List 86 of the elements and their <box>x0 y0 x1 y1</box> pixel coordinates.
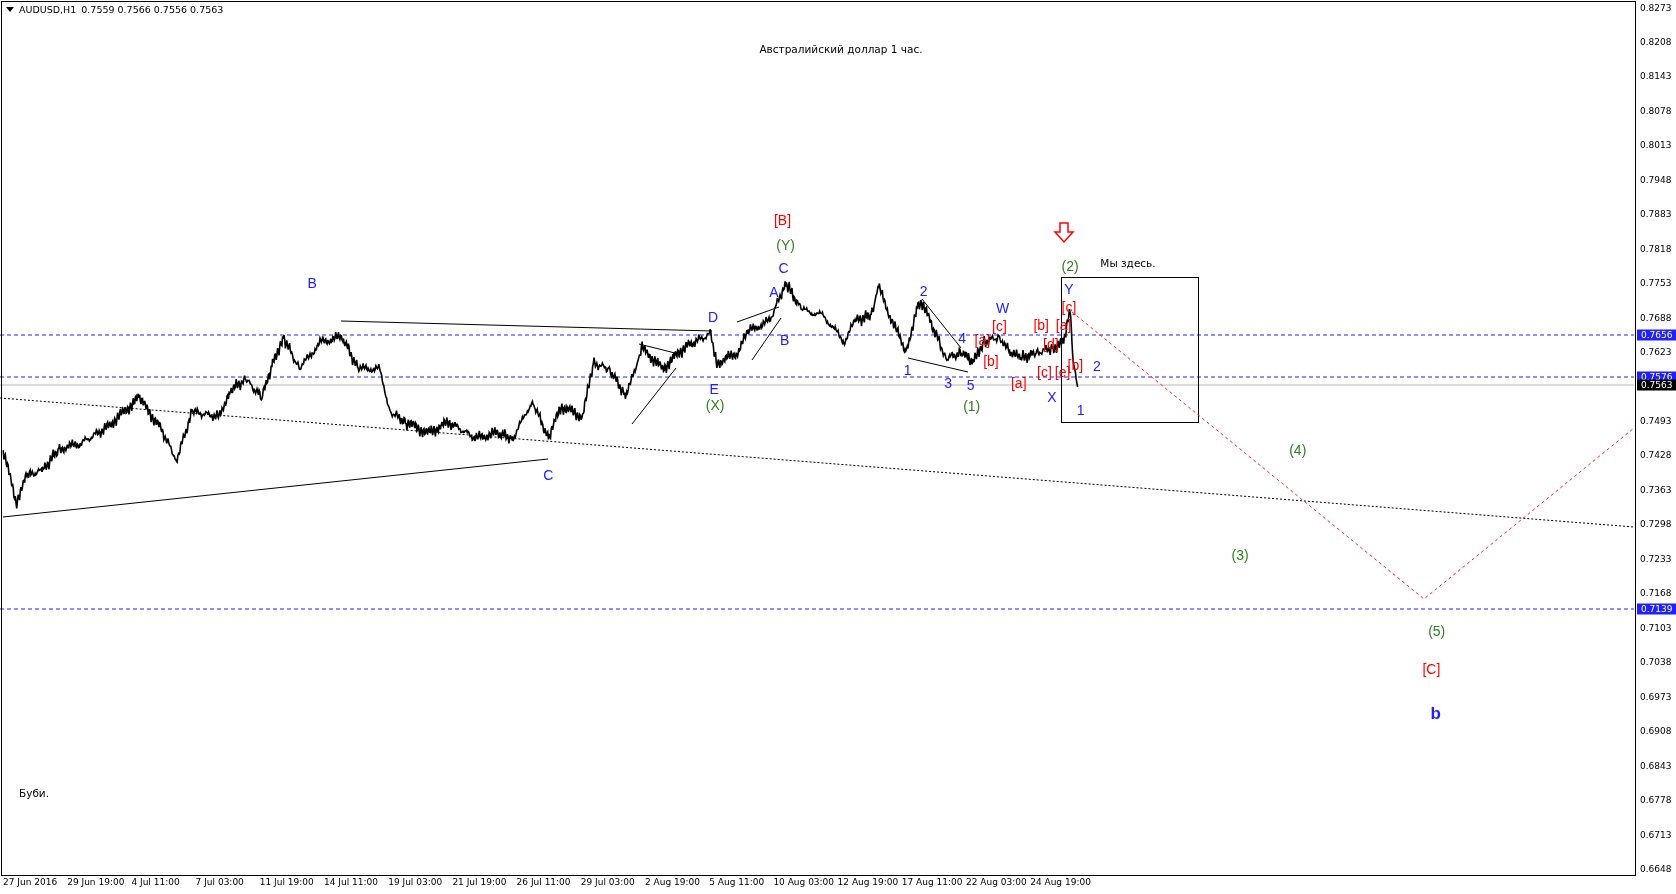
wave-label: [c] <box>992 319 1007 334</box>
wave-label: (3) <box>1231 547 1249 562</box>
time-tick-label: 5 Aug 11:00 <box>709 877 765 887</box>
chart-note: Мы здесь. <box>1100 257 1156 269</box>
price-tick-label: 0.7688 <box>1640 312 1672 323</box>
time-tick-label: 29 Jul 03:00 <box>580 877 635 887</box>
time-tick-label: 29 Jun 19:00 <box>67 877 125 887</box>
wave-label: X <box>1047 389 1057 404</box>
price-tick-label: 0.8078 <box>1640 105 1672 116</box>
time-tick-label: 21 Jul 19:00 <box>452 877 507 887</box>
wave-label: [B] <box>773 213 792 228</box>
time-tick-label: 17 Aug 11:00 <box>901 877 963 887</box>
time-tick-label: 14 Jul 11:00 <box>324 877 378 887</box>
price-marker: 0.7139 <box>1637 603 1676 615</box>
wave-label: E <box>709 382 719 397</box>
price-tick-label: 0.7233 <box>1640 553 1672 564</box>
wave-label: C <box>543 467 554 482</box>
time-tick-label: 11 Jul 19:00 <box>259 877 314 887</box>
wave-label: [C] <box>1422 662 1441 677</box>
time-tick-label: 2 Aug 19:00 <box>645 877 700 887</box>
price-tick-label: 0.6778 <box>1640 795 1672 806</box>
time-tick-label: 27 Jun 2016 <box>3 877 58 887</box>
wave-label: 4 <box>958 330 966 345</box>
wave-label: b <box>1430 704 1441 722</box>
price-tick-label: 0.6908 <box>1640 726 1672 737</box>
price-tick-label: 0.7948 <box>1640 174 1672 185</box>
price-tick-label: 0.7623 <box>1640 347 1672 358</box>
wave-label: 3 <box>944 375 953 390</box>
wave-label: B <box>779 332 790 347</box>
author-note: Буби. <box>18 787 50 799</box>
price-tick-label: 0.8143 <box>1640 71 1672 82</box>
wave-label: 2 <box>1092 358 1101 373</box>
wave-label: B <box>307 276 317 291</box>
wave-label: (2) <box>1061 259 1079 274</box>
down-arrow-icon <box>1053 222 1075 244</box>
wave-label: (5) <box>1428 623 1446 638</box>
wave-label: (4) <box>1289 443 1307 458</box>
price-tick-label: 0.8208 <box>1640 36 1672 47</box>
wave-label: W <box>996 300 1010 315</box>
time-tick-label: 12 Aug 19:00 <box>837 877 899 887</box>
wave-label: C <box>778 261 789 276</box>
time-tick-label: 4 Jul 11:00 <box>131 877 180 887</box>
price-tick-label: 0.7753 <box>1640 278 1672 289</box>
price-tick-label: 0.6648 <box>1640 864 1672 874</box>
price-tick-label: 0.6973 <box>1640 691 1672 702</box>
price-tick-label: 0.7038 <box>1640 657 1672 668</box>
price-tick-label: 0.7818 <box>1640 243 1672 254</box>
wave-label: A <box>769 284 779 299</box>
time-tick-label: 19 Jul 03:00 <box>388 877 443 887</box>
price-tick-label: 0.7298 <box>1640 519 1672 530</box>
time-tick-label: 26 Jul 11:00 <box>516 877 571 887</box>
price-tick-label: 0.7883 <box>1640 209 1672 220</box>
time-tick-label: 7 Jul 03:00 <box>195 877 244 887</box>
wave-label: (X) <box>705 398 725 413</box>
wave-label: (1) <box>963 399 981 414</box>
price-marker: 0.7656 <box>1637 329 1676 341</box>
wave-label: [c] <box>1061 299 1077 314</box>
trend-line <box>638 343 676 354</box>
wave-label: [a] <box>1010 375 1027 390</box>
ohlc-readout: 0.7559 0.7566 0.7556 0.7563 <box>81 4 224 15</box>
price-tick-label: 0.6713 <box>1640 829 1672 840</box>
wave-label: 1 <box>903 362 912 377</box>
wave-label: D <box>707 310 719 325</box>
wave-label: 5 <box>966 377 975 392</box>
time-tick-label: 10 Aug 03:00 <box>773 877 835 887</box>
wave-label: Y <box>1064 281 1074 296</box>
price-tick-label: 0.7493 <box>1640 416 1672 426</box>
time-tick-label: 24 Aug 19:00 <box>1030 877 1091 887</box>
wave-label: 1 <box>1076 403 1085 418</box>
price-tick-label: 0.7103 <box>1640 622 1672 633</box>
price-tick-label: 0.7363 <box>1640 484 1672 495</box>
wave-label: [b] <box>1033 317 1049 332</box>
price-tick-label: 0.8273 <box>1640 2 1672 13</box>
wave-label: 2 <box>919 283 928 298</box>
price-tick-label: 0.6843 <box>1640 760 1672 771</box>
time-tick-label: 22 Aug 03:00 <box>966 877 1027 887</box>
wave-label: [c] <box>1037 365 1052 379</box>
price-tick-label: 0.8013 <box>1640 140 1672 151</box>
wave-label: [b] <box>983 354 999 369</box>
dropdown-caret-icon[interactable] <box>6 7 14 12</box>
chart-title: Австралийский доллар 1 час. <box>759 43 923 55</box>
price-marker: 0.7563 <box>1637 379 1676 391</box>
wave-label: (Y) <box>776 237 796 252</box>
price-tick-label: 0.7168 <box>1640 588 1672 599</box>
price-tick-label: 0.7428 <box>1640 450 1672 461</box>
symbol-label: AUDUSD,H1 <box>19 4 77 15</box>
